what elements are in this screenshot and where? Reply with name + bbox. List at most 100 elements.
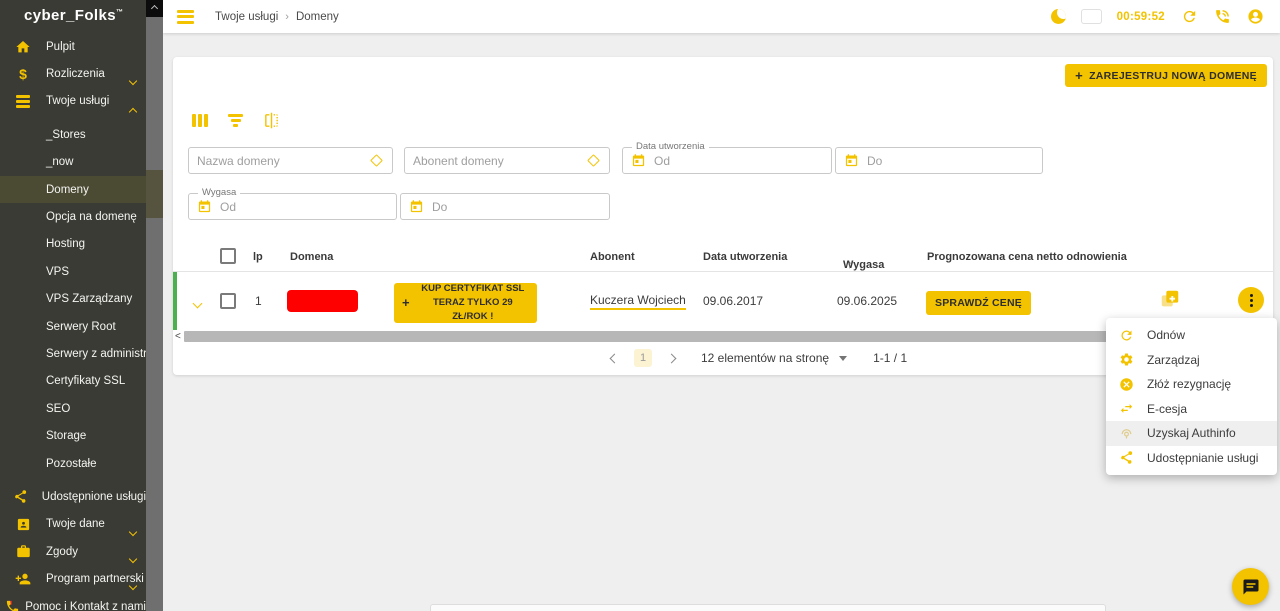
row-actions-menu-button[interactable]: [1238, 287, 1264, 313]
sidebar-item-certyfikaty-ssl[interactable]: Certyfikaty SSL: [0, 368, 146, 395]
breadcrumb-separator: ›: [285, 11, 289, 23]
select-all-checkbox[interactable]: [220, 248, 236, 264]
cancel-icon: [1119, 377, 1134, 392]
dark-mode-icon[interactable]: [1051, 9, 1066, 24]
chevron-down-icon: [130, 549, 136, 567]
sort-asc-icon: ↑: [847, 259, 853, 271]
page-number[interactable]: 1: [634, 349, 652, 367]
sidebar-item-zgody[interactable]: Zgody: [0, 538, 146, 565]
fingerprint-icon: [1119, 426, 1134, 441]
calendar-icon[interactable]: [409, 199, 424, 214]
home-icon: [0, 39, 46, 55]
target-icon[interactable]: [370, 154, 383, 167]
breadcrumb-current: Domeny: [296, 11, 339, 23]
subscriber-link[interactable]: Kuczera Wojciech: [590, 293, 686, 310]
expires-from-input[interactable]: [212, 200, 396, 214]
created-to-input[interactable]: [859, 154, 1042, 168]
table-tools: [192, 112, 280, 129]
menu-toggle-icon[interactable]: [177, 10, 194, 24]
prev-page-icon[interactable]: [610, 353, 620, 363]
sidebar-item-program-partnerski[interactable]: Program partnerski: [0, 565, 146, 592]
menu-item-e-cesja[interactable]: E-cesja: [1106, 397, 1277, 422]
expires-to-filter: [400, 193, 610, 220]
sidebar-item-seo[interactable]: SEO: [0, 395, 146, 422]
transfer-icon: [1119, 401, 1134, 416]
filter-icon[interactable]: [228, 114, 243, 127]
app-window: cyber_Folks™ Pulpit $ Rozliczenia Twoje …: [0, 0, 1280, 611]
flip-columns-icon[interactable]: [263, 112, 280, 129]
sidebar-item-now[interactable]: _now: [0, 149, 146, 176]
chevron-down-icon: [130, 576, 136, 594]
briefcase-icon: [0, 544, 46, 559]
calendar-icon[interactable]: [631, 153, 646, 168]
sidebar-scrollbar[interactable]: [146, 0, 163, 611]
sidebar-item-hosting[interactable]: Hosting: [0, 231, 146, 258]
menu-item-zarzadzaj[interactable]: Zarządzaj: [1106, 348, 1277, 373]
domain-name-filter: [188, 147, 393, 174]
sidebar-item-vps[interactable]: VPS: [0, 258, 146, 285]
sidebar-item-pulpit[interactable]: Pulpit: [0, 33, 146, 60]
refresh-icon: [1119, 328, 1134, 343]
per-page-caret-icon[interactable]: [839, 356, 847, 361]
person-add-icon: [0, 571, 46, 587]
language-flag-icon[interactable]: [1082, 10, 1101, 23]
column-cena-odnowienia: Prognozowana cena netto odnowienia: [927, 251, 1127, 263]
register-domain-button[interactable]: + ZAREJESTRUJ NOWĄ DOMENĘ: [1065, 64, 1267, 87]
check-price-button[interactable]: SPRAWDŹ CENĘ: [926, 291, 1031, 315]
row-status-indicator: [173, 272, 177, 330]
row-lp: 1: [255, 294, 262, 308]
sidebar-scrollbar-thumb[interactable]: [146, 170, 163, 218]
sidebar-item-domeny[interactable]: Domeny: [0, 176, 146, 203]
column-domena: Domena: [290, 251, 333, 263]
gear-icon: [1119, 352, 1134, 367]
sidebar-item-storage[interactable]: Storage: [0, 422, 146, 449]
list-icon: [0, 95, 46, 108]
refresh-icon[interactable]: [1181, 8, 1198, 25]
menu-item-zloz-rezygnacje[interactable]: Złóż rezygnację: [1106, 372, 1277, 397]
created-from-input[interactable]: [646, 154, 831, 168]
breadcrumb-parent[interactable]: Twoje usługi: [215, 11, 278, 23]
sidebar-item-twoje-uslugi[interactable]: Twoje usługi: [0, 88, 146, 115]
sidebar-item-twoje-dane[interactable]: Twoje dane: [0, 511, 146, 538]
scroll-up-button[interactable]: [146, 0, 163, 17]
calendar-icon[interactable]: [197, 199, 212, 214]
account-icon[interactable]: [1247, 8, 1264, 25]
per-page-select[interactable]: 12 elementów na stronę: [701, 351, 829, 365]
chat-fab-button[interactable]: [1232, 568, 1269, 605]
sidebar-item-rozliczenia[interactable]: $ Rozliczenia: [0, 60, 146, 87]
next-page-icon[interactable]: [667, 353, 677, 363]
share-icon: [0, 489, 42, 504]
created-to-filter: [835, 147, 1043, 174]
scroll-left-icon[interactable]: <: [175, 331, 181, 342]
sidebar-item-pozostale[interactable]: Pozostałe: [0, 450, 146, 477]
calendar-icon[interactable]: [844, 153, 859, 168]
row-context-menu: Odnów Zarządzaj Złóż rezygnację E-cesja …: [1106, 318, 1277, 475]
buy-ssl-button[interactable]: + KUP CERTYFIKAT SSL TERAZ TYLKO 29 ZŁ/R…: [394, 283, 537, 323]
columns-icon[interactable]: [192, 114, 208, 127]
row-checkbox[interactable]: [220, 293, 236, 309]
domain-name-input[interactable]: [189, 154, 372, 168]
target-icon[interactable]: [587, 154, 600, 167]
column-lp: lp: [253, 251, 263, 263]
pagination-range: 1-1 / 1: [873, 351, 907, 365]
row-expand-icon[interactable]: [194, 296, 201, 310]
sidebar-item-vps-zarzadzany[interactable]: VPS Zarządzany: [0, 286, 146, 313]
expires-to-input[interactable]: [424, 200, 609, 214]
menu-item-odnow[interactable]: Odnów: [1106, 323, 1277, 348]
pagination: 1 12 elementów na stronę 1-1 / 1: [611, 349, 907, 367]
chevron-down-icon: [130, 71, 136, 89]
sidebar-item-serwery-z-administracja[interactable]: Serwery z administracją: [0, 340, 146, 367]
plus-icon: +: [402, 293, 410, 313]
sidebar-item-opcja-na-domene[interactable]: Opcja na domenę: [0, 203, 146, 230]
duplicate-plus-icon[interactable]: [1159, 288, 1181, 310]
chevron-down-icon: [130, 604, 136, 611]
sidebar-nav: Pulpit $ Rozliczenia Twoje usługi _Store…: [0, 33, 146, 611]
sidebar-item-stores[interactable]: _Stores: [0, 121, 146, 148]
sidebar-item-udostepnione-uslugi[interactable]: Udostępnione usługi: [0, 483, 146, 510]
phone-icon[interactable]: [1214, 8, 1231, 25]
sidebar-item-serwery-root[interactable]: Serwery Root: [0, 313, 146, 340]
subscriber-input[interactable]: [405, 154, 589, 168]
menu-item-udostepnianie[interactable]: Udostępnianie usługi: [1106, 446, 1277, 471]
sidebar-item-pomoc-kontakt[interactable]: Pomoc i Kontakt z nami: [0, 593, 146, 611]
menu-item-uzyskaj-authinfo[interactable]: Uzyskaj Authinfo: [1106, 421, 1277, 446]
